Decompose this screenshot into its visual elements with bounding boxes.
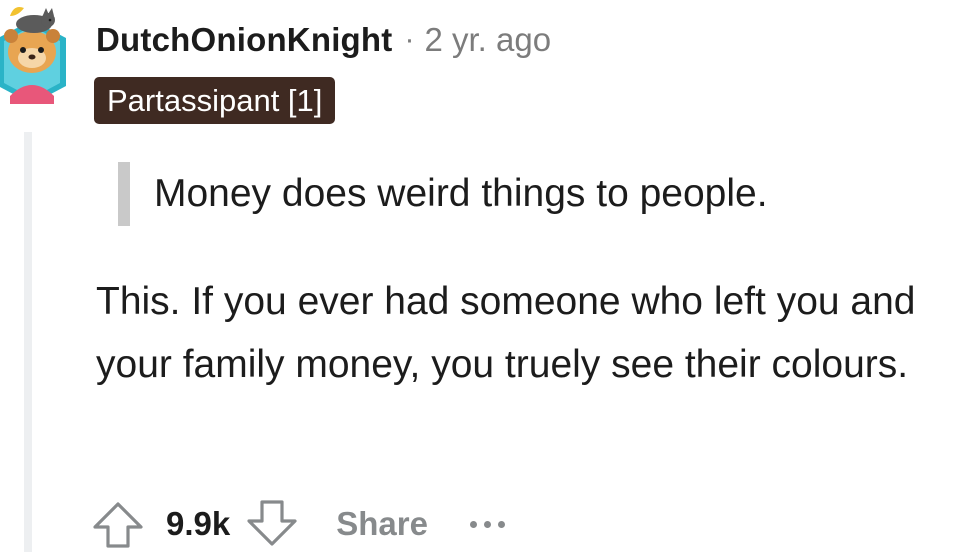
comment-body: This. If you ever had someone who left y… xyxy=(96,280,916,386)
blockquote: Money does weird things to people. xyxy=(118,162,768,226)
thread-line[interactable] xyxy=(24,132,32,552)
user-flair: Partassipant [1] xyxy=(94,77,336,124)
more-options-icon[interactable] xyxy=(469,520,505,528)
more-dot xyxy=(497,520,505,528)
quote-text: Money does weird things to people. xyxy=(154,172,768,215)
timestamp[interactable]: 2 yr. ago xyxy=(424,21,551,59)
comment-header: DutchOnionKnight · 2 yr. ago xyxy=(96,20,551,60)
vote-score: 9.9k xyxy=(166,505,231,542)
action-bar: 9.9k Share xyxy=(90,494,505,554)
comment: DutchOnionKnight · 2 yr. ago Partassipan… xyxy=(0,0,954,552)
username-link[interactable]: DutchOnionKnight xyxy=(96,21,392,59)
downvote-button[interactable] xyxy=(244,496,300,552)
snoo-avatar-icon[interactable] xyxy=(0,0,72,110)
downvote-arrow-icon xyxy=(247,500,297,546)
meta-separator: · xyxy=(404,23,415,56)
upvote-arrow-icon xyxy=(93,502,143,548)
more-dot xyxy=(483,520,491,528)
more-dot xyxy=(469,520,477,528)
share-button[interactable]: Share xyxy=(336,505,428,543)
upvote-button[interactable] xyxy=(90,496,146,552)
